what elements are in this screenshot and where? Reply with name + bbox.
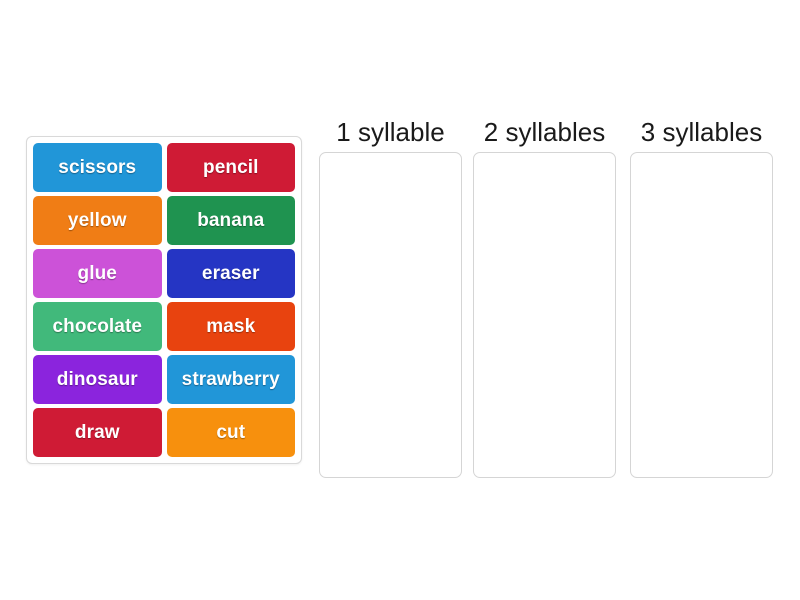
drop-zone-label-1-syllable: 1 syllable bbox=[336, 117, 445, 148]
word-tile[interactable]: chocolate bbox=[33, 302, 162, 351]
drop-zone-label-3-syllables: 3 syllables bbox=[640, 117, 763, 148]
word-tile[interactable]: mask bbox=[166, 302, 295, 351]
word-tile[interactable]: yellow bbox=[33, 196, 162, 245]
word-tile[interactable]: glue bbox=[33, 249, 162, 298]
word-tile[interactable]: scissors bbox=[33, 143, 162, 192]
drop-zone-2-syllables[interactable] bbox=[473, 152, 616, 478]
drop-zone-1-syllable[interactable] bbox=[319, 152, 462, 478]
word-tile[interactable]: draw bbox=[33, 408, 162, 457]
drop-zone-column-3-syllables: 3 syllables bbox=[630, 90, 773, 478]
word-tile[interactable]: dinosaur bbox=[33, 355, 162, 404]
word-tile-tray: scissors pencil yellow banana glue eraser choc… bbox=[26, 136, 302, 464]
word-tile-grid: scissors pencil yellow banana glue eraser choc… bbox=[33, 143, 295, 457]
drop-zone-column-2-syllables: 2 syllables bbox=[473, 90, 616, 478]
drop-zone-3-syllables[interactable] bbox=[630, 152, 773, 478]
word-tile[interactable]: cut bbox=[166, 408, 295, 457]
word-tile[interactable]: strawberry bbox=[166, 355, 295, 404]
drop-zone-column-1-syllable: 1 syllable bbox=[319, 90, 462, 478]
word-tile[interactable]: pencil bbox=[166, 143, 295, 192]
word-tile[interactable]: banana bbox=[166, 196, 295, 245]
drop-zone-label-2-syllables: 2 syllables bbox=[483, 117, 606, 148]
word-tile[interactable]: eraser bbox=[166, 249, 295, 298]
